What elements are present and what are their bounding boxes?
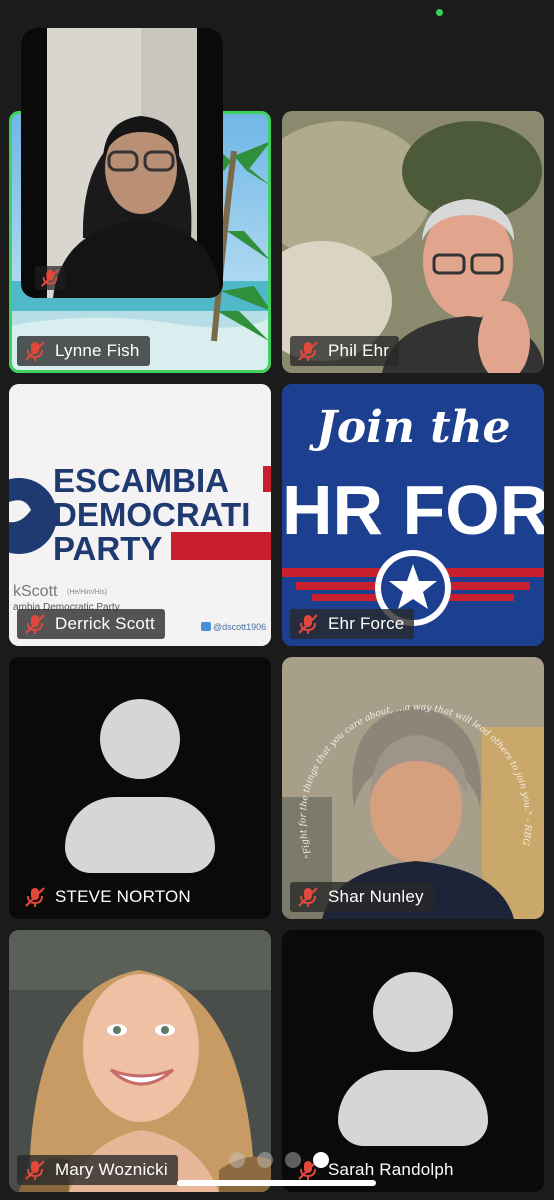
- status-indicator-dot: [436, 9, 443, 16]
- avatar-placeholder-head: [100, 699, 180, 779]
- home-indicator-bar[interactable]: [177, 1180, 376, 1186]
- muted-mic-icon: [41, 269, 59, 287]
- muted-mic-icon: [25, 614, 45, 634]
- participant-tile-shar-nunley[interactable]: "Fight for the things that you care abou…: [282, 657, 544, 919]
- avatar-placeholder-body: [338, 1070, 488, 1146]
- logo-line-1: Join the: [309, 402, 511, 453]
- participant-name-label: Derrick Scott: [17, 609, 165, 639]
- avatar-placeholder-body: [65, 797, 215, 873]
- participant-name-label: Shar Nunley: [290, 882, 434, 912]
- participant-video-feed: "Fight for the things that you care abou…: [282, 657, 544, 919]
- participant-tile-derrick-scott[interactable]: ESCAMBIA DEMOCRATI PARTY kScott (He/Him/…: [9, 384, 271, 646]
- muted-mic-icon: [25, 1160, 45, 1180]
- participant-name-label: Phil Ehr: [290, 336, 400, 366]
- logo-line-2: DEMOCRATI: [53, 496, 250, 533]
- page-dot[interactable]: [285, 1152, 301, 1168]
- page-indicator[interactable]: [229, 1152, 329, 1168]
- self-view-camera-image: [21, 28, 223, 298]
- self-view-video[interactable]: [21, 28, 223, 298]
- participant-name-label: Mary Woznicki: [17, 1155, 178, 1185]
- logo-line-1: ESCAMBIA: [53, 462, 229, 499]
- logo-line-3: PARTY: [53, 530, 162, 567]
- participant-tile-ehr-force[interactable]: Join the HR FORC Ehr Force: [282, 384, 544, 646]
- page-dot[interactable]: [257, 1152, 273, 1168]
- caption-pronouns: (He/Him/His): [67, 589, 107, 596]
- muted-mic-icon: [298, 887, 318, 907]
- self-view-muted-indicator: [35, 266, 65, 290]
- participant-name-label: Ehr Force: [290, 609, 415, 639]
- muted-mic-icon: [298, 614, 318, 634]
- muted-mic-icon: [25, 341, 45, 361]
- ehr-force-logo: Join the HR FORC: [282, 384, 544, 646]
- escambia-democratic-party-logo: ESCAMBIA DEMOCRATI PARTY kScott (He/Him/…: [9, 384, 271, 646]
- muted-mic-icon: [25, 887, 45, 907]
- logo-line-2: HR FORC: [282, 471, 544, 549]
- participant-tile-phil-ehr[interactable]: Phil Ehr: [282, 111, 544, 373]
- caption-name: kScott: [13, 583, 58, 600]
- page-dot[interactable]: [229, 1152, 245, 1168]
- participant-video-feed: [282, 111, 544, 373]
- muted-mic-icon: [298, 341, 318, 361]
- twitter-handle: @dscott1906: [213, 622, 266, 632]
- participant-tile-steve-norton[interactable]: STEVE NORTON: [9, 657, 271, 919]
- participant-name-label: STEVE NORTON: [17, 882, 201, 912]
- avatar-placeholder-head: [373, 972, 453, 1052]
- page-dot-current[interactable]: [313, 1152, 329, 1168]
- participant-name-label: Lynne Fish: [17, 336, 150, 366]
